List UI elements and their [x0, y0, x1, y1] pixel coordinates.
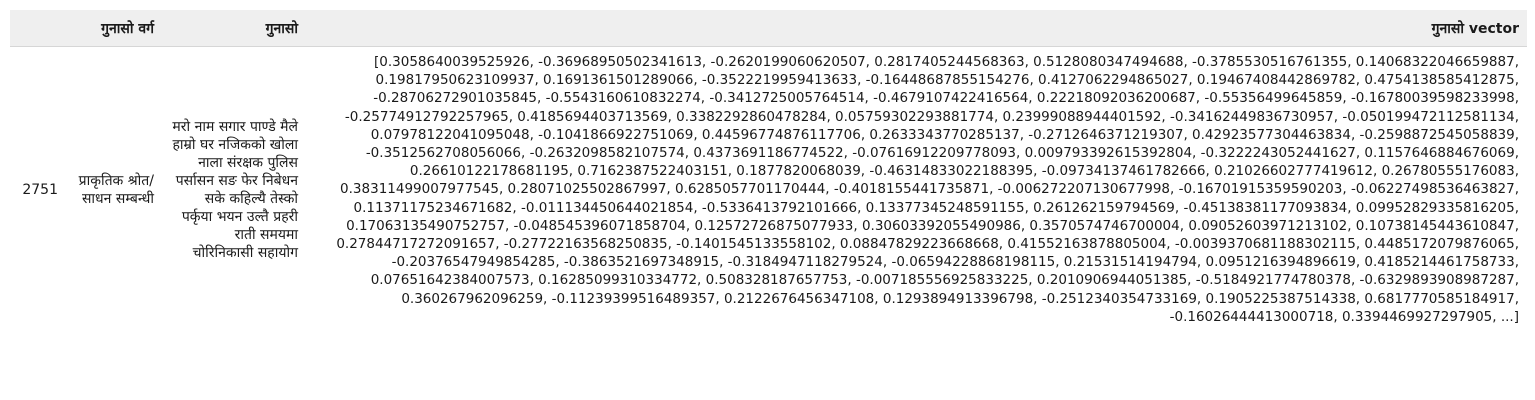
cell-complaint-vector: [0.3058640039525926, -0.3696895050234161… — [336, 54, 1519, 325]
cell-category: प्राकृतिक श्रोत/ साधन सम्बन्धी — [78, 172, 154, 207]
header-complaint-vector: गुनासो vector — [306, 10, 1527, 47]
table-row: 2751 प्राकृतिक श्रोत/ साधन सम्बन्धी मरो … — [10, 47, 1527, 333]
header-row: गुनासो वर्ग गुनासो गुनासो vector — [10, 10, 1527, 47]
header-category: गुनासो वर्ग — [66, 10, 162, 47]
dataframe-table: गुनासो वर्ग गुनासो गुनासो vector 2751 प्… — [10, 10, 1527, 332]
table-header: गुनासो वर्ग गुनासो गुनासो vector — [10, 10, 1527, 47]
header-index — [10, 10, 66, 47]
header-complaint-text: गुनासो — [162, 10, 306, 47]
table-body: 2751 प्राकृतिक श्रोत/ साधन सम्बन्धी मरो … — [10, 47, 1527, 333]
row-index: 2751 — [22, 181, 58, 198]
cell-complaint-text: मरो नाम सगार पाण्डे मैले हाम्रो घर नजिकक… — [172, 118, 298, 261]
